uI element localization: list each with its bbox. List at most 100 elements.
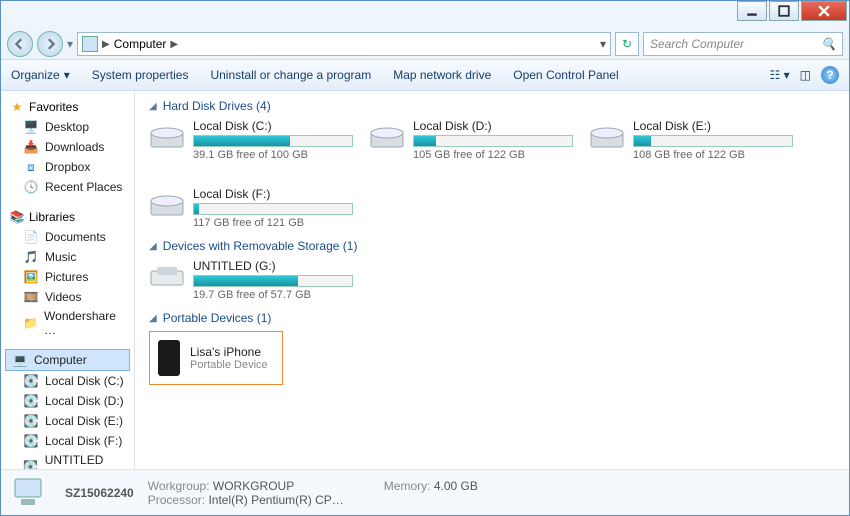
uninstall-button[interactable]: Uninstall or change a program	[210, 68, 371, 82]
sidebar-item-dropbox[interactable]: ⧈Dropbox	[1, 157, 134, 177]
sidebar-item-drive-e[interactable]: 💽Local Disk (E:)	[1, 411, 134, 431]
documents-icon: 📄	[23, 229, 39, 245]
capacity-bar	[193, 203, 353, 215]
refresh-button[interactable]: ↻	[615, 32, 639, 56]
sidebar-item-desktop[interactable]: 🖥️Desktop	[1, 117, 134, 137]
drive-tile[interactable]: Local Disk (E:) 108 GB free of 122 GB	[589, 119, 779, 161]
drive-free-text: 108 GB free of 122 GB	[633, 149, 793, 161]
capacity-bar	[413, 135, 573, 147]
drive-icon: 💽	[23, 433, 39, 449]
drive-free-text: 117 GB free of 121 GB	[193, 217, 353, 229]
folder-icon: 📁	[23, 315, 38, 331]
memory-label: Memory:	[384, 479, 431, 493]
portable-device-name: Lisa's iPhone	[190, 345, 268, 359]
sidebar-item-drive-f[interactable]: 💽Local Disk (F:)	[1, 431, 134, 451]
group-portable-header[interactable]: ◢Portable Devices (1)	[149, 311, 835, 325]
sidebar-item-drive-g[interactable]: 💽UNTITLED (G:)	[1, 451, 134, 469]
sidebar-item-music[interactable]: 🎵Music	[1, 247, 134, 267]
portable-device-tile[interactable]: Lisa's iPhone Portable Device	[149, 331, 283, 385]
drive-tile[interactable]: Local Disk (F:) 117 GB free of 121 GB	[149, 187, 339, 229]
sidebar-item-documents[interactable]: 📄Documents	[1, 227, 134, 247]
toolbar: Organize ▾ System properties Uninstall o…	[1, 59, 849, 91]
view-options-icon[interactable]: ☷ ▾	[770, 68, 790, 82]
organize-button[interactable]: Organize ▾	[11, 68, 70, 82]
pictures-icon: 🖼️	[23, 269, 39, 285]
collapse-icon: ◢	[149, 241, 157, 252]
minimize-button[interactable]	[737, 1, 767, 21]
search-input[interactable]: Search Computer 🔍	[643, 32, 843, 56]
capacity-bar	[193, 135, 353, 147]
address-bar: ▾ ▶ Computer ▶ ▾ ↻ Search Computer 🔍	[1, 29, 849, 59]
capacity-bar	[193, 275, 353, 287]
sidebar-item-wondershare[interactable]: 📁Wondershare …	[1, 307, 134, 339]
map-network-button[interactable]: Map network drive	[393, 68, 491, 82]
collapse-icon: ◢	[149, 313, 157, 324]
drive-tile[interactable]: Local Disk (D:) 105 GB free of 122 GB	[369, 119, 559, 161]
videos-icon: 🎞️	[23, 289, 39, 305]
control-panel-button[interactable]: Open Control Panel	[513, 68, 618, 82]
drive-tile[interactable]: Local Disk (C:) 39.1 GB free of 100 GB	[149, 119, 339, 161]
drive-icon	[149, 119, 185, 155]
maximize-button[interactable]	[769, 1, 799, 21]
capacity-bar	[633, 135, 793, 147]
computer-icon	[11, 475, 51, 511]
chevron-down-icon: ▾	[64, 68, 70, 82]
dropdown-icon[interactable]: ▾	[600, 37, 606, 51]
drive-icon: 💽	[23, 459, 39, 469]
group-removable-header[interactable]: ◢Devices with Removable Storage (1)	[149, 239, 835, 253]
computer-name: SZ15062240	[65, 486, 134, 500]
sidebar-item-pictures[interactable]: 🖼️Pictures	[1, 267, 134, 287]
breadcrumb[interactable]: ▶ Computer ▶ ▾	[77, 32, 611, 56]
search-icon: 🔍	[821, 37, 836, 51]
titlebar	[1, 1, 849, 29]
drive-icon: 💽	[23, 413, 39, 429]
downloads-icon: 📥	[23, 139, 39, 155]
status-bar: SZ15062240 Workgroup: WORKGROUP Processo…	[1, 469, 849, 515]
drive-name: UNTITLED (G:)	[193, 259, 353, 273]
iphone-icon	[158, 340, 180, 376]
memory-value: 4.00 GB	[434, 479, 478, 493]
computer-icon: 💻	[12, 352, 28, 368]
processor-label: Processor:	[148, 493, 205, 507]
sidebar-item-videos[interactable]: 🎞️Videos	[1, 287, 134, 307]
libraries-icon: 📚	[9, 209, 25, 225]
music-icon: 🎵	[23, 249, 39, 265]
forward-button[interactable]	[37, 31, 63, 57]
recent-icon: 🕓	[23, 179, 39, 195]
drive-tile[interactable]: UNTITLED (G:) 19.7 GB free of 57.7 GB	[149, 259, 339, 301]
drive-icon	[589, 119, 625, 155]
sidebar-item-drive-d[interactable]: 💽Local Disk (D:)	[1, 391, 134, 411]
sidebar: ★Favorites 🖥️Desktop 📥Downloads ⧈Dropbox…	[1, 91, 135, 469]
drive-name: Local Disk (C:)	[193, 119, 353, 133]
sidebar-item-downloads[interactable]: 📥Downloads	[1, 137, 134, 157]
sidebar-item-drive-c[interactable]: 💽Local Disk (C:)	[1, 371, 134, 391]
libraries-header[interactable]: 📚Libraries	[1, 207, 134, 227]
chevron-down-icon[interactable]: ▾	[67, 37, 73, 51]
close-button[interactable]	[801, 1, 847, 21]
drive-name: Local Disk (E:)	[633, 119, 793, 133]
search-placeholder: Search Computer	[650, 37, 744, 51]
help-icon[interactable]: ?	[821, 66, 839, 84]
dropbox-icon: ⧈	[23, 159, 39, 175]
drive-free-text: 19.7 GB free of 57.7 GB	[193, 289, 353, 301]
workgroup-label: Workgroup:	[148, 479, 210, 493]
drive-name: Local Disk (D:)	[413, 119, 573, 133]
system-properties-button[interactable]: System properties	[92, 68, 189, 82]
drive-free-text: 105 GB free of 122 GB	[413, 149, 573, 161]
breadcrumb-root[interactable]: Computer	[114, 37, 167, 51]
workgroup-value: WORKGROUP	[213, 479, 294, 493]
sidebar-item-computer[interactable]: 💻Computer	[5, 349, 130, 371]
favorites-header[interactable]: ★Favorites	[1, 97, 134, 117]
group-hdd-header[interactable]: ◢Hard Disk Drives (4)	[149, 99, 835, 113]
drive-name: Local Disk (F:)	[193, 187, 353, 201]
drive-icon: 💽	[23, 393, 39, 409]
sidebar-item-recent[interactable]: 🕓Recent Places	[1, 177, 134, 197]
drive-icon: 💽	[23, 373, 39, 389]
collapse-icon: ◢	[149, 101, 157, 112]
chevron-right-icon: ▶	[102, 39, 110, 50]
processor-value: Intel(R) Pentium(R) CP…	[208, 493, 343, 507]
desktop-icon: 🖥️	[23, 119, 39, 135]
chevron-right-icon: ▶	[170, 39, 178, 50]
back-button[interactable]	[7, 31, 33, 57]
preview-pane-icon[interactable]: ◫	[800, 68, 811, 82]
